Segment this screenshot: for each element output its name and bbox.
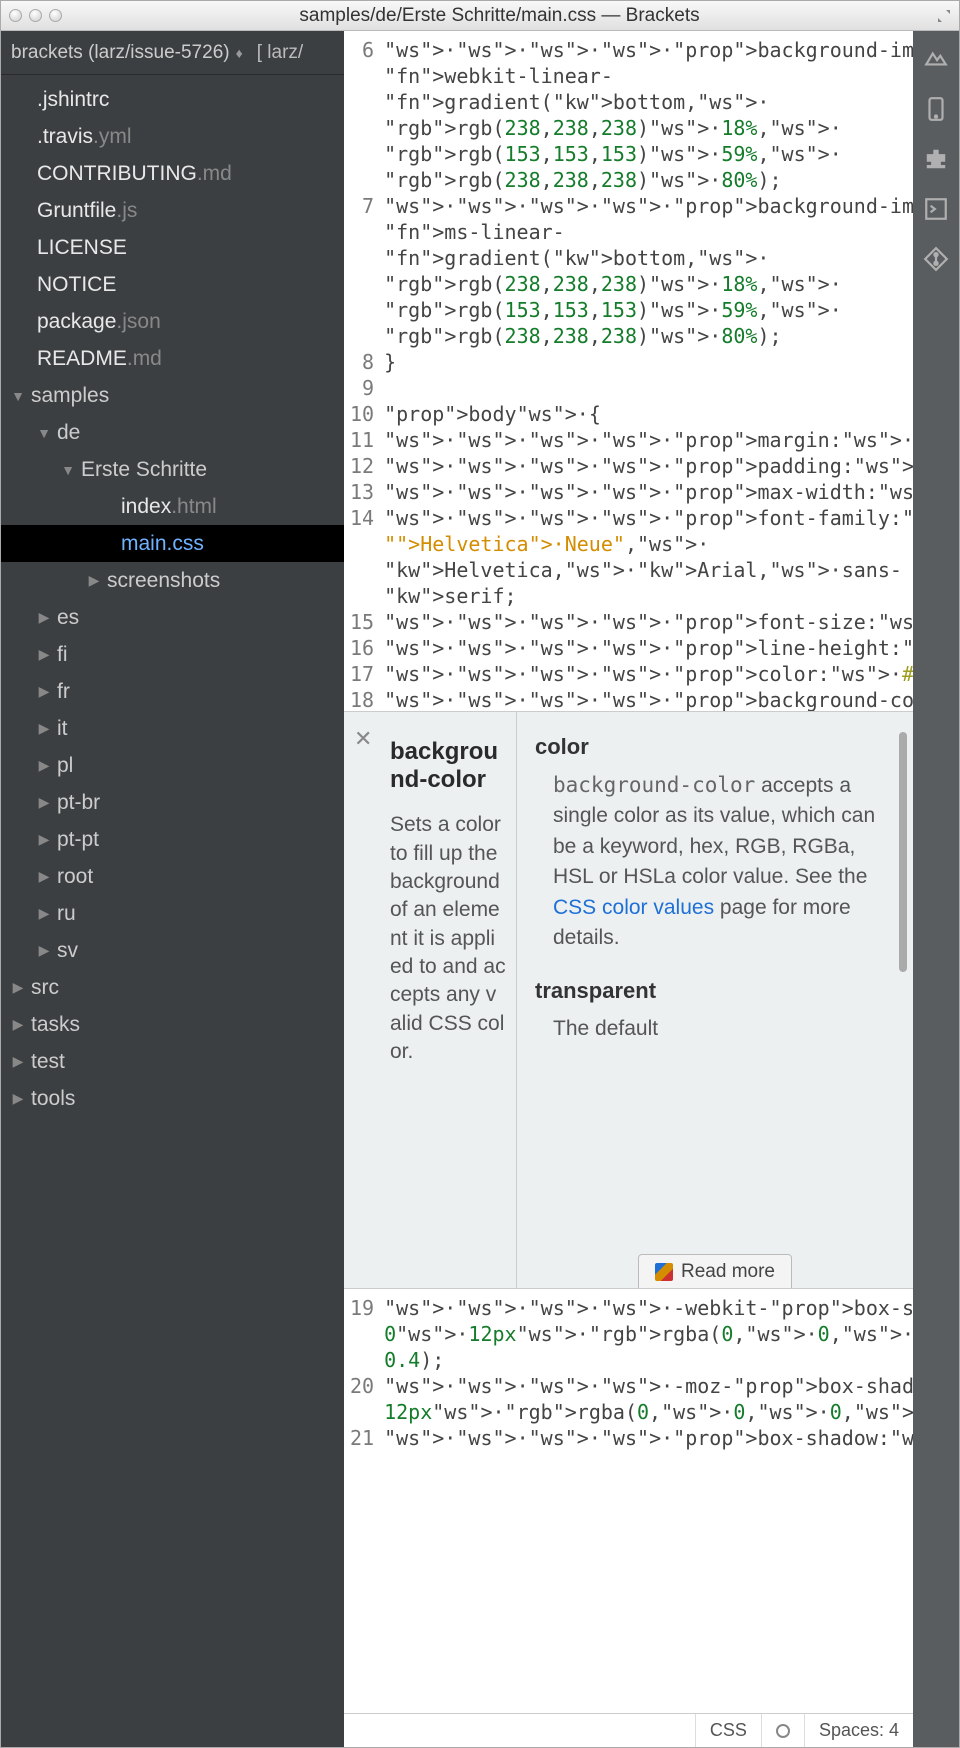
- inline-docs-panel: ✕ background-color Sets a color to fill …: [344, 711, 913, 1289]
- folder-item[interactable]: fi: [1, 636, 344, 673]
- inline-docs-summary: background-color Sets a color to fill up…: [344, 712, 516, 1288]
- inline-section-title: color: [535, 734, 895, 760]
- css-color-values-link[interactable]: CSS color values: [553, 896, 714, 919]
- project-branch: brackets (larz/issue-5726): [11, 42, 230, 64]
- editor-column: 6789101112131415161718"ws">·"ws">·"ws">·…: [344, 31, 913, 1747]
- code-editor-top[interactable]: 6789101112131415161718"ws">·"ws">·"ws">·…: [344, 31, 913, 711]
- file-item[interactable]: package.json: [1, 303, 344, 340]
- folder-item[interactable]: sv: [1, 932, 344, 969]
- folder-item[interactable]: tasks: [1, 1006, 344, 1043]
- folder-item[interactable]: tools: [1, 1080, 344, 1117]
- minimize-window-button[interactable]: [29, 9, 42, 22]
- close-icon[interactable]: ✕: [354, 726, 372, 752]
- folder-samples[interactable]: samples: [1, 377, 344, 414]
- folder-item[interactable]: pl: [1, 747, 344, 784]
- folder-item[interactable]: screenshots: [1, 562, 344, 599]
- folder-item[interactable]: pt-pt: [1, 821, 344, 858]
- file-item[interactable]: .jshintrc: [1, 81, 344, 118]
- code-editor-bottom[interactable]: 192021"ws">·"ws">·"ws">·"ws">·-webkit-"p…: [344, 1289, 913, 1713]
- sort-icon: ♦: [236, 45, 243, 61]
- file-item[interactable]: LICENSE: [1, 229, 344, 266]
- folder-item[interactable]: it: [1, 710, 344, 747]
- extensions-icon[interactable]: [922, 145, 950, 173]
- file-item[interactable]: NOTICE: [1, 266, 344, 303]
- file-item[interactable]: CONTRIBUTING.md: [1, 155, 344, 192]
- inline-section2-title: transparent: [535, 978, 895, 1004]
- right-toolbar: [913, 31, 959, 1747]
- inline-docs-desc: Sets a color to fill up the background o…: [390, 811, 506, 1066]
- folder-item[interactable]: ru: [1, 895, 344, 932]
- fullscreen-icon[interactable]: [937, 9, 951, 23]
- folder-item[interactable]: src: [1, 969, 344, 1006]
- file-tree: .jshintrc.travis.ymlCONTRIBUTING.mdGrunt…: [1, 75, 344, 1747]
- folder-item[interactable]: pt-br: [1, 784, 344, 821]
- folder-erste-schritte[interactable]: Erste Schritte: [1, 451, 344, 488]
- status-language[interactable]: CSS: [695, 1714, 761, 1747]
- sidebar-header[interactable]: brackets (larz/issue-5726) ♦ [ larz/: [1, 31, 344, 75]
- git-icon[interactable]: [922, 245, 950, 273]
- folder-item[interactable]: fr: [1, 673, 344, 710]
- status-indent[interactable]: Spaces: 4: [804, 1714, 913, 1747]
- inline-docs-title: background-color: [390, 738, 506, 793]
- read-more-button[interactable]: Read more: [638, 1254, 792, 1288]
- file-item[interactable]: index.html: [1, 488, 344, 525]
- console-icon[interactable]: [922, 195, 950, 223]
- file-item[interactable]: main.css: [1, 525, 344, 562]
- circle-icon: [776, 1724, 790, 1738]
- inline-docs-detail: color background-color accepts a single …: [516, 712, 913, 1288]
- breadcrumb: [ larz/: [257, 42, 303, 64]
- zoom-window-button[interactable]: [49, 9, 62, 22]
- titlebar: samples/de/Erste Schritte/main.css — Bra…: [1, 1, 959, 31]
- window-controls: [9, 9, 62, 22]
- file-item[interactable]: Gruntfile.js: [1, 192, 344, 229]
- live-preview-icon[interactable]: [922, 45, 950, 73]
- file-item[interactable]: README.md: [1, 340, 344, 377]
- inline-section-body: background-color accepts a single color …: [535, 770, 895, 954]
- sidebar: brackets (larz/issue-5726) ♦ [ larz/ .js…: [1, 31, 344, 1747]
- inline-section2-body: The default: [535, 1014, 895, 1044]
- window-title: samples/de/Erste Schritte/main.css — Bra…: [62, 5, 937, 27]
- folder-item[interactable]: root: [1, 858, 344, 895]
- folder-item[interactable]: es: [1, 599, 344, 636]
- app-window: samples/de/Erste Schritte/main.css — Bra…: [0, 0, 960, 1748]
- folder-item[interactable]: test: [1, 1043, 344, 1080]
- close-window-button[interactable]: [9, 9, 22, 22]
- statusbar: CSS Spaces: 4: [344, 1713, 913, 1747]
- status-inspect[interactable]: [761, 1714, 804, 1747]
- scrollbar[interactable]: [899, 732, 907, 972]
- file-item[interactable]: .travis.yml: [1, 118, 344, 155]
- phone-preview-icon[interactable]: [922, 95, 950, 123]
- webplatform-icon: [655, 1263, 673, 1281]
- folder-de[interactable]: de: [1, 414, 344, 451]
